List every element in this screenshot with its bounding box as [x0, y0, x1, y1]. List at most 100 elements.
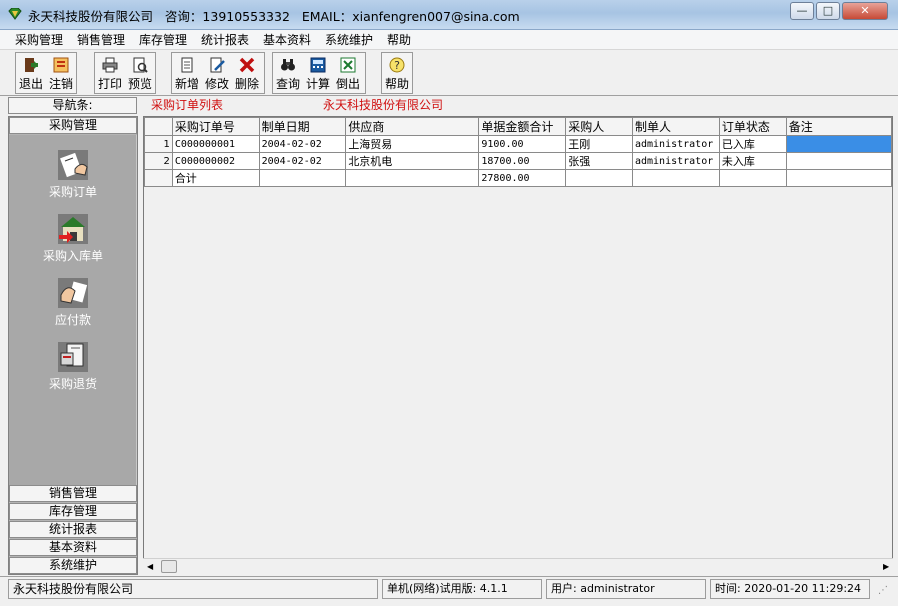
maximize-button[interactable]: □: [816, 2, 840, 20]
payable-icon: [57, 277, 89, 309]
nav-group-basic-data[interactable]: 基本资料: [9, 539, 137, 556]
column-header[interactable]: 采购人: [565, 117, 633, 136]
menu-reports[interactable]: 统计报表: [201, 32, 249, 48]
nav-item-payable[interactable]: 应付款: [9, 277, 137, 337]
navigation-panel: 采购管理 采购订单 采购入库单 应付款 采购退货 销售管理 库存管理 统计报表 …: [8, 116, 138, 575]
svg-text:?: ?: [394, 59, 400, 72]
logout-button[interactable]: 注销: [48, 54, 74, 93]
menu-system[interactable]: 系统维护: [325, 32, 373, 48]
status-cell[interactable]: 未入库: [718, 152, 787, 170]
column-header[interactable]: 单据金额合计: [478, 117, 567, 136]
nav-group-reports[interactable]: 统计报表: [9, 521, 137, 538]
nav-group-purchase[interactable]: 采购管理: [9, 117, 137, 134]
menu-purchase[interactable]: 采购管理: [15, 32, 63, 48]
calculate-button[interactable]: 计算: [305, 54, 331, 93]
resize-grip-icon[interactable]: ⋰: [878, 585, 888, 596]
column-header[interactable]: 备注: [785, 117, 893, 136]
table-header-row: 采购订单号 制单日期 供应商 单据金额合计 采购人 制单人 订单状态 备注: [144, 117, 893, 136]
creator-cell[interactable]: administrator: [631, 152, 720, 170]
print-button[interactable]: 打印: [97, 54, 123, 93]
amount-cell[interactable]: 9100.00: [478, 135, 567, 153]
status-user: 用户: administrator: [546, 579, 706, 599]
close-button[interactable]: ✕: [842, 2, 888, 20]
scroll-left-icon[interactable]: ◀: [147, 562, 153, 571]
remark-cell[interactable]: [785, 152, 893, 170]
toolbar-group-edit: 新增 修改 删除: [171, 52, 265, 94]
creator-cell[interactable]: administrator: [631, 135, 720, 153]
horizontal-scrollbar[interactable]: ◀ ▶: [143, 558, 893, 574]
table-row[interactable]: 2 C000000002 2004-02-02 北京机电 18700.00 张强…: [144, 152, 893, 170]
purchase-order-grid: 采购订单号 制单日期 供应商 单据金额合计 采购人 制单人 订单状态 备注 1 …: [143, 116, 893, 559]
total-row: 合计 27800.00: [144, 169, 893, 187]
column-header[interactable]: 制单人: [631, 117, 720, 136]
status-bar: 永天科技股份有限公司 单机(网络)试用版: 4.1.1 用户: administ…: [0, 576, 898, 606]
column-header[interactable]: 订单状态: [718, 117, 787, 136]
nav-item-purchase-order[interactable]: 采购订单: [9, 149, 137, 209]
menu-basic-data[interactable]: 基本资料: [263, 32, 311, 48]
row-number-header: [144, 117, 173, 136]
row-number: 2: [144, 152, 173, 170]
scroll-right-icon[interactable]: ▶: [883, 562, 889, 571]
row-number: [144, 169, 173, 187]
total-label: 合计: [171, 169, 260, 187]
help-button[interactable]: ? 帮助: [384, 54, 410, 93]
excel-export-icon: [340, 57, 356, 73]
column-header[interactable]: 供应商: [345, 117, 480, 136]
exit-button[interactable]: 退出: [18, 54, 44, 93]
menu-help[interactable]: 帮助: [387, 32, 411, 48]
list-title: 采购订单列表 永天科技股份有限公司: [151, 97, 443, 114]
order-number-cell[interactable]: C000000001: [171, 135, 260, 153]
menu-inventory[interactable]: 库存管理: [139, 32, 187, 48]
remark-cell-selected[interactable]: [785, 135, 893, 153]
app-diamond-icon: [8, 7, 22, 20]
toolbar: 退出 注销 打印 预览 新增 修改 删除 查询 计算 倒出 ? 帮助: [0, 50, 898, 96]
menu-sales[interactable]: 销售管理: [77, 32, 125, 48]
company-title: 永天科技股份有限公司: [323, 98, 444, 112]
supplier-cell[interactable]: 北京机电: [345, 152, 480, 170]
column-header[interactable]: 制单日期: [258, 117, 347, 136]
nav-item-warehouse-in[interactable]: 采购入库单: [9, 213, 137, 273]
export-button[interactable]: 倒出: [335, 54, 361, 93]
nav-item-purchase-return[interactable]: 采购退货: [9, 341, 137, 401]
warehouse-in-icon: [57, 213, 89, 245]
amount-cell[interactable]: 18700.00: [478, 152, 567, 170]
buyer-cell[interactable]: 张强: [565, 152, 633, 170]
nav-label: 导航条:: [8, 97, 137, 114]
order-table: 采购订单号 制单日期 供应商 单据金额合计 采购人 制单人 订单状态 备注 1 …: [144, 117, 893, 187]
date-cell[interactable]: 2004-02-02: [258, 135, 347, 153]
status-cell[interactable]: 已入库: [718, 135, 787, 153]
status-time: 时间: 2020-01-20 11:29:24: [710, 579, 870, 599]
total-amount: 27800.00: [478, 169, 567, 187]
query-button[interactable]: 查询: [275, 54, 301, 93]
delete-icon: [239, 57, 255, 73]
edit-icon: [209, 57, 225, 73]
buyer-cell[interactable]: 王刚: [565, 135, 633, 153]
supplier-cell[interactable]: 上海贸易: [345, 135, 480, 153]
toolbar-group-help: ? 帮助: [381, 52, 413, 94]
logout-icon: [53, 57, 69, 73]
nav-group-system[interactable]: 系统维护: [9, 557, 137, 574]
title-bar: 永天科技股份有限公司 咨询：13910553332 EMAIL：xianfeng…: [0, 0, 898, 30]
order-number-cell[interactable]: C000000002: [171, 152, 260, 170]
column-header[interactable]: 采购订单号: [171, 117, 260, 136]
table-row[interactable]: 1 C000000001 2004-02-02 上海贸易 9100.00 王刚 …: [144, 135, 893, 153]
nav-items-pane: 采购订单 采购入库单 应付款 采购退货: [9, 135, 137, 485]
new-button[interactable]: 新增: [174, 54, 200, 93]
edit-button[interactable]: 修改: [204, 54, 230, 93]
delete-button[interactable]: 删除: [234, 54, 260, 93]
preview-button[interactable]: 预览: [127, 54, 153, 93]
minimize-button[interactable]: —: [790, 2, 814, 20]
date-cell[interactable]: 2004-02-02: [258, 152, 347, 170]
menu-bar: 采购管理 销售管理 库存管理 统计报表 基本资料 系统维护 帮助: [0, 30, 898, 50]
scroll-thumb[interactable]: [161, 560, 177, 573]
status-company: 永天科技股份有限公司: [8, 579, 378, 599]
binoculars-icon: [280, 57, 296, 73]
calculator-icon: [310, 57, 326, 73]
help-icon: ?: [389, 57, 405, 73]
nav-group-sales[interactable]: 销售管理: [9, 485, 137, 502]
list-title-text: 采购订单列表: [151, 98, 224, 112]
nav-group-inventory[interactable]: 库存管理: [9, 503, 137, 520]
toolbar-group-session: 退出 注销: [15, 52, 77, 94]
toolbar-group-query: 查询 计算 倒出: [272, 52, 366, 94]
new-icon: [179, 57, 195, 73]
